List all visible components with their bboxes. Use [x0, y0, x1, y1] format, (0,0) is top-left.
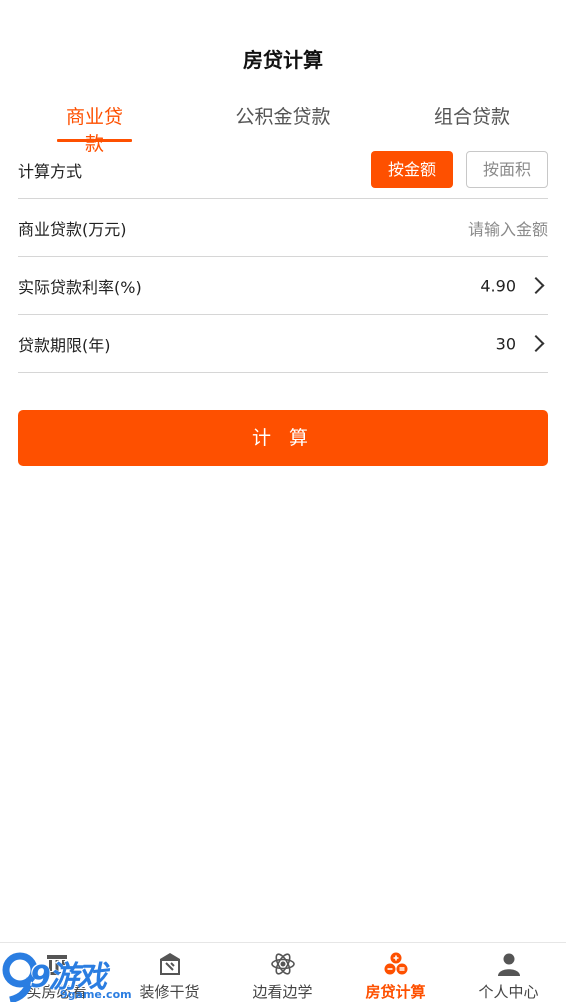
term-value: 30 [495, 334, 516, 353]
nav-item-learn[interactable]: 边看边学 [226, 943, 339, 1007]
calculate-button[interactable]: 计 算 [18, 410, 548, 466]
watermark-subtext: 9game.com [60, 988, 132, 1001]
loan-amount-input[interactable]: 请输入金额 [468, 216, 548, 240]
chevron-right-icon [527, 335, 545, 352]
rate-label: 实际贷款利率(%) [18, 277, 142, 297]
rate-selector[interactable]: 4.90 [480, 276, 548, 295]
term-selector[interactable]: 30 [496, 334, 548, 353]
calc-method-label: 计算方式 [18, 161, 83, 181]
tab-provident-fund-loan[interactable]: 公积金贷款 [233, 102, 333, 129]
term-row[interactable]: 贷款期限(年) 30 [18, 315, 548, 373]
loan-amount-placeholder: 请输入金额 [467, 219, 548, 239]
watermark-logo: 9游戏 9game.com [0, 950, 140, 1006]
calculator-icon [384, 952, 407, 975]
loan-amount-label: 商业贷款(万元) [18, 219, 127, 239]
nav-item-mortgage-calc[interactable]: 房贷计算 [339, 943, 452, 1007]
term-label: 贷款期限(年) [18, 335, 111, 355]
loan-amount-row[interactable]: 商业贷款(万元) 请输入金额 [18, 199, 548, 257]
tab-combined-loan[interactable]: 组合贷款 [433, 102, 511, 129]
atom-icon [270, 953, 295, 975]
rate-row[interactable]: 实际贷款利率(%) 4.90 [18, 257, 548, 315]
rate-value: 4.90 [480, 276, 516, 295]
nav-label: 个人中心 [478, 983, 539, 1001]
page-title: 房贷计算 [243, 48, 323, 72]
chevron-right-icon [527, 277, 545, 294]
by-area-button[interactable]: 按面积 [466, 151, 548, 188]
nav-label: 房贷计算 [365, 983, 426, 1001]
nav-label: 边看边学 [252, 983, 313, 1001]
by-amount-button[interactable]: 按金额 [371, 151, 453, 188]
hammer-board-icon [159, 953, 180, 975]
nav-item-profile[interactable]: 个人中心 [452, 943, 565, 1007]
person-icon [497, 953, 520, 976]
